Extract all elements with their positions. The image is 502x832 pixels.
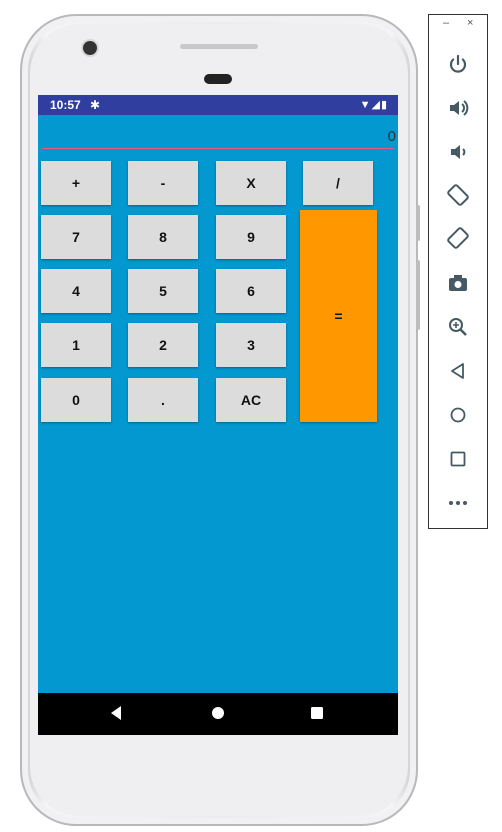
rotate-right-icon[interactable] xyxy=(444,226,472,254)
front-camera xyxy=(83,41,97,55)
seven-button[interactable]: 7 xyxy=(41,215,111,259)
overview-icon[interactable] xyxy=(444,447,472,475)
volume-side-button xyxy=(416,260,420,330)
camera-icon[interactable] xyxy=(444,271,472,299)
proximity-sensor xyxy=(204,74,232,84)
status-icons: ▼◢▮ xyxy=(360,95,388,115)
multiply-button[interactable]: X xyxy=(216,161,286,205)
display-value: 0 xyxy=(387,128,396,145)
home-icon[interactable] xyxy=(444,403,472,431)
calculator-display: 0 xyxy=(42,115,396,149)
equals-button[interactable]: = xyxy=(300,210,377,422)
close-icon[interactable]: × xyxy=(467,17,473,29)
power-side-button xyxy=(416,205,420,241)
decimal-point-button[interactable]: . xyxy=(128,378,198,422)
signal-icon: ◢ xyxy=(371,99,381,111)
volume-up-icon[interactable] xyxy=(444,96,472,124)
navigation-bar xyxy=(38,693,398,735)
four-button[interactable]: 4 xyxy=(41,269,111,313)
settings-gear-icon: ✱ xyxy=(90,98,101,112)
nav-back-icon[interactable] xyxy=(96,693,136,735)
window-controls: – × xyxy=(429,17,489,31)
back-icon[interactable] xyxy=(444,359,472,387)
all-clear-button[interactable]: AC xyxy=(216,378,286,422)
device-screen: 10:57 ✱ ▼◢▮ 0 + - X / 7 8 9 4 5 6 1 2 3 … xyxy=(38,95,398,735)
eight-button[interactable]: 8 xyxy=(128,215,198,259)
zero-button[interactable]: 0 xyxy=(41,378,111,422)
five-button[interactable]: 5 xyxy=(128,269,198,313)
rotate-left-icon[interactable] xyxy=(444,183,472,211)
status-time: 10:57 xyxy=(50,98,81,112)
minimize-icon[interactable]: – xyxy=(443,17,449,29)
six-button[interactable]: 6 xyxy=(216,269,286,313)
zoom-icon[interactable] xyxy=(444,315,472,343)
status-bar: 10:57 ✱ ▼◢▮ xyxy=(38,95,398,115)
emulator-toolbar: – × xyxy=(428,14,488,529)
power-icon[interactable] xyxy=(444,53,472,81)
nav-home-icon[interactable] xyxy=(198,693,238,735)
three-button[interactable]: 3 xyxy=(216,323,286,367)
one-button[interactable]: 1 xyxy=(41,323,111,367)
battery-icon: ▮ xyxy=(380,99,388,111)
plus-button[interactable]: + xyxy=(41,161,111,205)
divide-button[interactable]: / xyxy=(303,161,373,205)
wifi-icon: ▼ xyxy=(359,99,372,111)
more-icon[interactable] xyxy=(444,491,472,519)
earpiece-speaker xyxy=(180,44,258,49)
volume-down-icon[interactable] xyxy=(444,140,472,168)
two-button[interactable]: 2 xyxy=(128,323,198,367)
minus-button[interactable]: - xyxy=(128,161,198,205)
nine-button[interactable]: 9 xyxy=(216,215,286,259)
nav-overview-icon[interactable] xyxy=(297,693,337,735)
